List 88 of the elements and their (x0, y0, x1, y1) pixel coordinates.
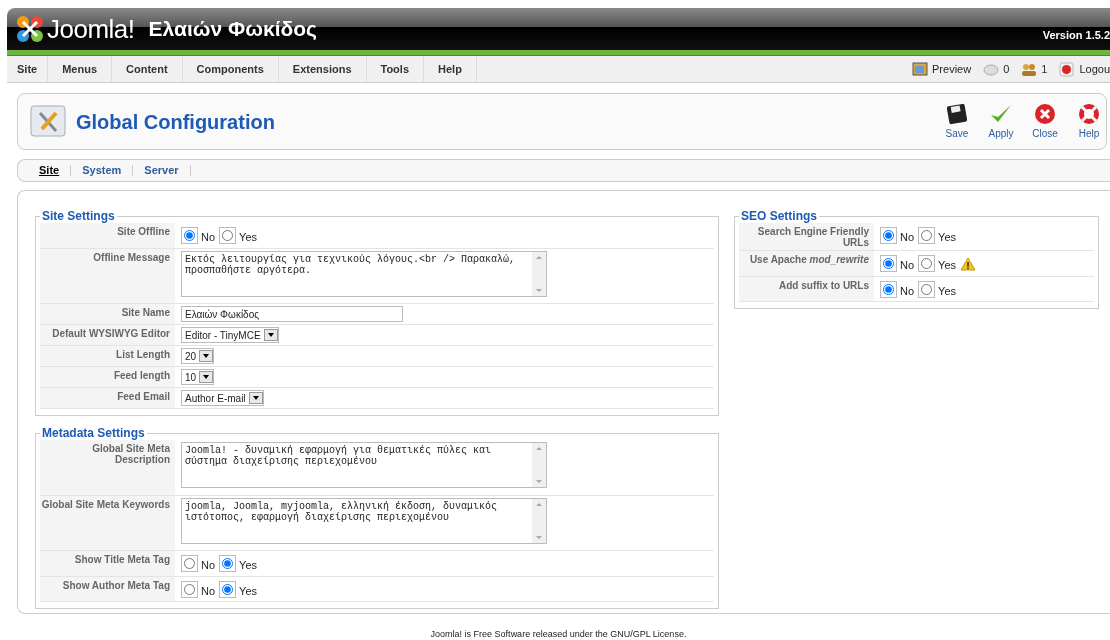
radio-button[interactable] (883, 258, 894, 270)
menu-item[interactable]: Menus (48, 56, 113, 82)
field-label: Global Site Meta Description (40, 440, 175, 495)
option-label: Yes (938, 230, 956, 245)
scrollbar-icon (532, 443, 546, 487)
scrollbar-icon (532, 251, 546, 296)
select-field[interactable]: Author E-mail (181, 390, 264, 406)
toolbar-button[interactable]: Apply (986, 102, 1016, 141)
field-label: Offline Message (40, 248, 175, 303)
caret-icon (248, 392, 263, 404)
toolbar-button[interactable]: Save (942, 102, 972, 141)
toolbar-button[interactable]: Close (1030, 102, 1060, 141)
field-label: Use Apache mod_rewrite (739, 251, 874, 276)
text-area[interactable]: joomla, Joomla, myjoomla, ελληνική έκδοση, δυναμικός ιστότοπος, εφαρμογή διαχείρισης περιεχομένου (181, 497, 547, 544)
close-icon (1033, 102, 1057, 126)
menu-item[interactable]: Help (424, 56, 477, 82)
menu-item[interactable]: Extensions (278, 56, 367, 82)
caret-icon (263, 329, 278, 341)
menu-item[interactable]: Content (112, 56, 183, 82)
option-label: No (201, 230, 216, 245)
option-label: No (201, 583, 216, 599)
option-label: No (900, 230, 915, 245)
site-title: Ελαιών Φωκίδος (148, 16, 317, 43)
option-label: Yes (938, 283, 956, 299)
tab[interactable]: Server (133, 165, 191, 176)
option-label: No (900, 258, 915, 273)
radio-button[interactable] (921, 283, 933, 295)
field-label: Default WYSIWYG Editor (40, 325, 175, 345)
page-title: Global Configuration (76, 109, 275, 135)
text-area[interactable]: Joomla! - δυναμική εφαρμογή για θεματικές πύλες και σύστημα διαχείρισης περιεχομένου (181, 442, 547, 488)
version-text: Version 1.5.2 (1042, 27, 1110, 43)
radio-button[interactable] (222, 230, 234, 242)
radio-button[interactable] (921, 258, 933, 270)
option-label: Yes (239, 558, 257, 573)
tools-icon (30, 103, 66, 140)
footer-text: Joomla! is Free Software released under the GNU/GPL License. (429, 628, 688, 640)
option-label: Yes (938, 258, 956, 273)
caret-icon (199, 371, 214, 383)
users-icon (1021, 61, 1038, 77)
footer-link[interactable]: Joomla! (430, 629, 463, 639)
option-label: Yes (239, 230, 257, 245)
option-label: No (900, 283, 915, 299)
status-link[interactable]: Logou (1059, 60, 1110, 78)
text-area[interactable]: Εκτός λειτουργίας για τεχνικούς λόγους.<br /> Παρακαλώ, προσπαθήστε αργότερα. (181, 250, 547, 297)
radio-button[interactable] (184, 583, 195, 595)
lifebuoy-icon (1077, 102, 1101, 126)
radio-button[interactable] (883, 230, 894, 242)
users-count: 1 (1021, 60, 1048, 78)
field-label: Site Offline (40, 223, 175, 248)
field-label: Add suffix to URLs (739, 276, 874, 301)
menu-item[interactable]: Tools (366, 56, 424, 82)
preview-icon (912, 61, 929, 77)
field-label: Show Title Meta Tag (40, 551, 175, 576)
text-field[interactable]: Ελαιών Φωκίδος (181, 306, 403, 322)
option-label: Yes (239, 583, 257, 599)
radio-button[interactable] (222, 558, 234, 570)
option-label: No (201, 558, 216, 573)
radio-button[interactable] (184, 230, 195, 242)
logout-icon (1059, 61, 1076, 77)
logo-text: Joomla! (47, 12, 135, 46)
license-link[interactable]: GNU/GPL License (610, 629, 684, 639)
radio-button[interactable] (222, 583, 234, 595)
select-field[interactable]: 10 (181, 369, 215, 385)
section-title: SEO Settings (740, 209, 818, 223)
field-label: Site Name (40, 304, 175, 324)
field-label: Search Engine Friendly URLs (739, 223, 874, 250)
field-label: Feed length (40, 367, 175, 387)
scrollbar-icon (532, 498, 546, 543)
field-label: Show Author Meta Tag (40, 576, 175, 601)
field-label: List Length (40, 346, 175, 366)
field-label: Feed Email (40, 388, 175, 408)
section-title: Metadata Settings (41, 426, 146, 440)
menu-item[interactable]: Site (7, 56, 49, 82)
select-field[interactable]: Editor - TinyMCE (181, 327, 279, 343)
field-label: Global Site Meta Keywords (40, 495, 175, 550)
tab[interactable]: System (71, 165, 134, 176)
radio-button[interactable] (883, 283, 894, 295)
radio-button[interactable] (184, 558, 195, 570)
tab[interactable]: Site (28, 165, 72, 176)
logo-icon (15, 14, 45, 44)
caret-icon (199, 350, 214, 362)
radio-button[interactable] (921, 230, 933, 242)
status-link[interactable]: Preview (912, 60, 972, 78)
menu-item[interactable]: Components (182, 56, 279, 82)
select-field[interactable]: 20 (181, 348, 215, 364)
section-title: Site Settings (41, 209, 116, 223)
toolbar-button[interactable]: Help (1074, 102, 1104, 141)
status-link[interactable]: 0 (983, 60, 1010, 78)
